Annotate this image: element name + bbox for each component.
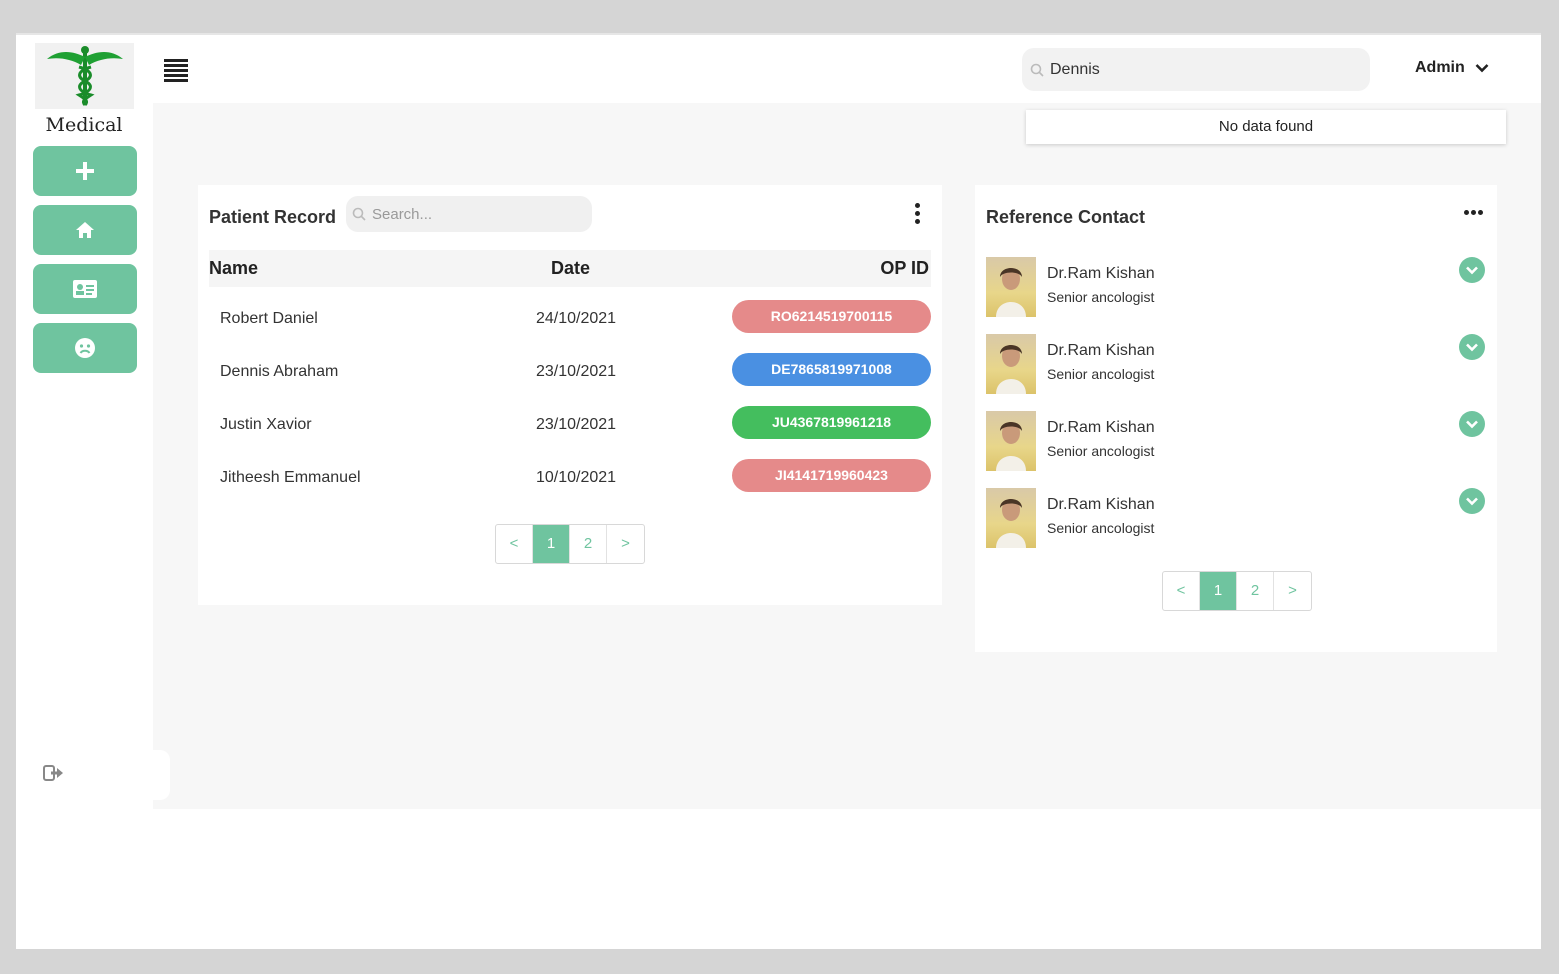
- patient-record-card: Patient Record Name Date OP ID Robert Da…: [198, 185, 942, 605]
- patient-date: 23/10/2021: [536, 363, 617, 380]
- chevron-down-circle-icon[interactable]: [1459, 411, 1485, 437]
- pagination-page-2[interactable]: 2: [1237, 572, 1274, 610]
- search-results-dropdown: No data found: [1026, 110, 1506, 144]
- logout-tab: [16, 750, 170, 800]
- patient-name: Robert Daniel: [220, 310, 318, 327]
- global-search: [1022, 48, 1370, 91]
- plus-icon: [76, 162, 94, 180]
- avatar: [986, 411, 1036, 471]
- search-icon: [352, 207, 366, 221]
- contact-name: Dr.Ram Kishan: [1047, 419, 1155, 436]
- search-icon: [1030, 63, 1044, 77]
- pagination-page-1[interactable]: 1: [533, 525, 570, 563]
- op-id-badge[interactable]: DE7865819971008: [732, 353, 931, 386]
- contact-role: Senior ancologist: [1047, 443, 1155, 459]
- user-menu-label: Admin: [1415, 59, 1465, 76]
- caduceus-icon: [46, 46, 123, 107]
- pagination-prev-button[interactable]: <: [496, 525, 533, 563]
- table-row[interactable]: Jitheesh Emmanuel 10/10/2021 JI414171996…: [209, 459, 931, 499]
- app-window: Medical Dennis Admin No data found Patie…: [16, 33, 1541, 949]
- contact-item[interactable]: Dr.Ram Kishan Senior ancologist: [986, 334, 1486, 396]
- contact-role: Senior ancologist: [1047, 289, 1155, 305]
- global-search-input[interactable]: [1050, 60, 1350, 79]
- contact-role: Senior ancologist: [1047, 366, 1155, 382]
- logout-icon[interactable]: [43, 763, 65, 785]
- patient-date: 10/10/2021: [536, 469, 617, 486]
- contact-item[interactable]: Dr.Ram Kishan Senior ancologist: [986, 488, 1486, 550]
- reference-contact-title: Reference Contact: [986, 207, 1146, 227]
- patient-search-input[interactable]: [372, 205, 572, 223]
- patient-date: 23/10/2021: [536, 416, 617, 433]
- more-options-icon[interactable]: [1464, 210, 1485, 215]
- chevron-down-circle-icon[interactable]: [1459, 334, 1485, 360]
- contact-name: Dr.Ram Kishan: [1047, 496, 1155, 513]
- contact-item[interactable]: Dr.Ram Kishan Senior ancologist: [986, 411, 1486, 473]
- op-id-badge[interactable]: JI4141719960423: [732, 459, 931, 492]
- kebab-menu-icon[interactable]: [915, 203, 921, 229]
- chevron-down-icon: [1475, 64, 1489, 73]
- contact-role: Senior ancologist: [1047, 520, 1155, 536]
- pagination-next-button[interactable]: >: [1274, 572, 1311, 610]
- contact-item[interactable]: Dr.Ram Kishan Senior ancologist: [986, 257, 1486, 319]
- avatar: [986, 488, 1036, 548]
- reference-pagination: < 1 2 >: [1162, 571, 1312, 611]
- sidebar-item-home[interactable]: [33, 205, 137, 255]
- pagination-next-button[interactable]: >: [607, 525, 644, 563]
- table-row[interactable]: Justin Xavior 23/10/2021 JU4367819961218: [209, 406, 931, 446]
- table-header: Name Date OP ID: [209, 250, 931, 287]
- op-id-badge[interactable]: RO6214519700115: [732, 300, 931, 333]
- pagination-prev-button[interactable]: <: [1163, 572, 1200, 610]
- patient-record-title: Patient Record: [209, 207, 337, 227]
- sad-face-icon: [75, 338, 95, 358]
- user-menu[interactable]: Admin: [1415, 59, 1489, 77]
- patient-name: Dennis Abraham: [220, 363, 339, 380]
- logo: [35, 43, 134, 109]
- table-row[interactable]: Dennis Abraham 23/10/2021 DE786581997100…: [209, 353, 931, 393]
- op-id-badge[interactable]: JU4367819961218: [732, 406, 931, 439]
- pagination-page-2[interactable]: 2: [570, 525, 607, 563]
- patient-name: Justin Xavior: [220, 416, 312, 433]
- column-header-op-id: OP ID: [880, 258, 929, 278]
- sidebar-item-records[interactable]: [33, 264, 137, 314]
- patient-name: Jitheesh Emmanuel: [220, 469, 361, 486]
- contact-name: Dr.Ram Kishan: [1047, 342, 1155, 359]
- avatar: [986, 334, 1036, 394]
- avatar: [986, 257, 1036, 317]
- hamburger-menu-icon[interactable]: [164, 59, 188, 82]
- column-header-name: Name: [209, 258, 259, 278]
- chevron-down-circle-icon[interactable]: [1459, 488, 1485, 514]
- home-icon: [76, 222, 94, 238]
- logo-text: Medical: [45, 114, 123, 136]
- pagination-page-1[interactable]: 1: [1200, 572, 1237, 610]
- sidebar-item-feedback[interactable]: [33, 323, 137, 373]
- chevron-down-circle-icon[interactable]: [1459, 257, 1485, 283]
- patient-search: [346, 196, 592, 232]
- patient-pagination: < 1 2 >: [495, 524, 645, 564]
- id-card-icon: [73, 280, 97, 298]
- patient-date: 24/10/2021: [536, 310, 617, 327]
- table-row[interactable]: Robert Daniel 24/10/2021 RO6214519700115: [209, 300, 931, 340]
- sidebar-item-add[interactable]: [33, 146, 137, 196]
- reference-contact-card: Reference Contact Dr.Ram Kishan Senior a…: [975, 185, 1497, 652]
- column-header-date: Date: [551, 258, 591, 278]
- contact-name: Dr.Ram Kishan: [1047, 265, 1155, 282]
